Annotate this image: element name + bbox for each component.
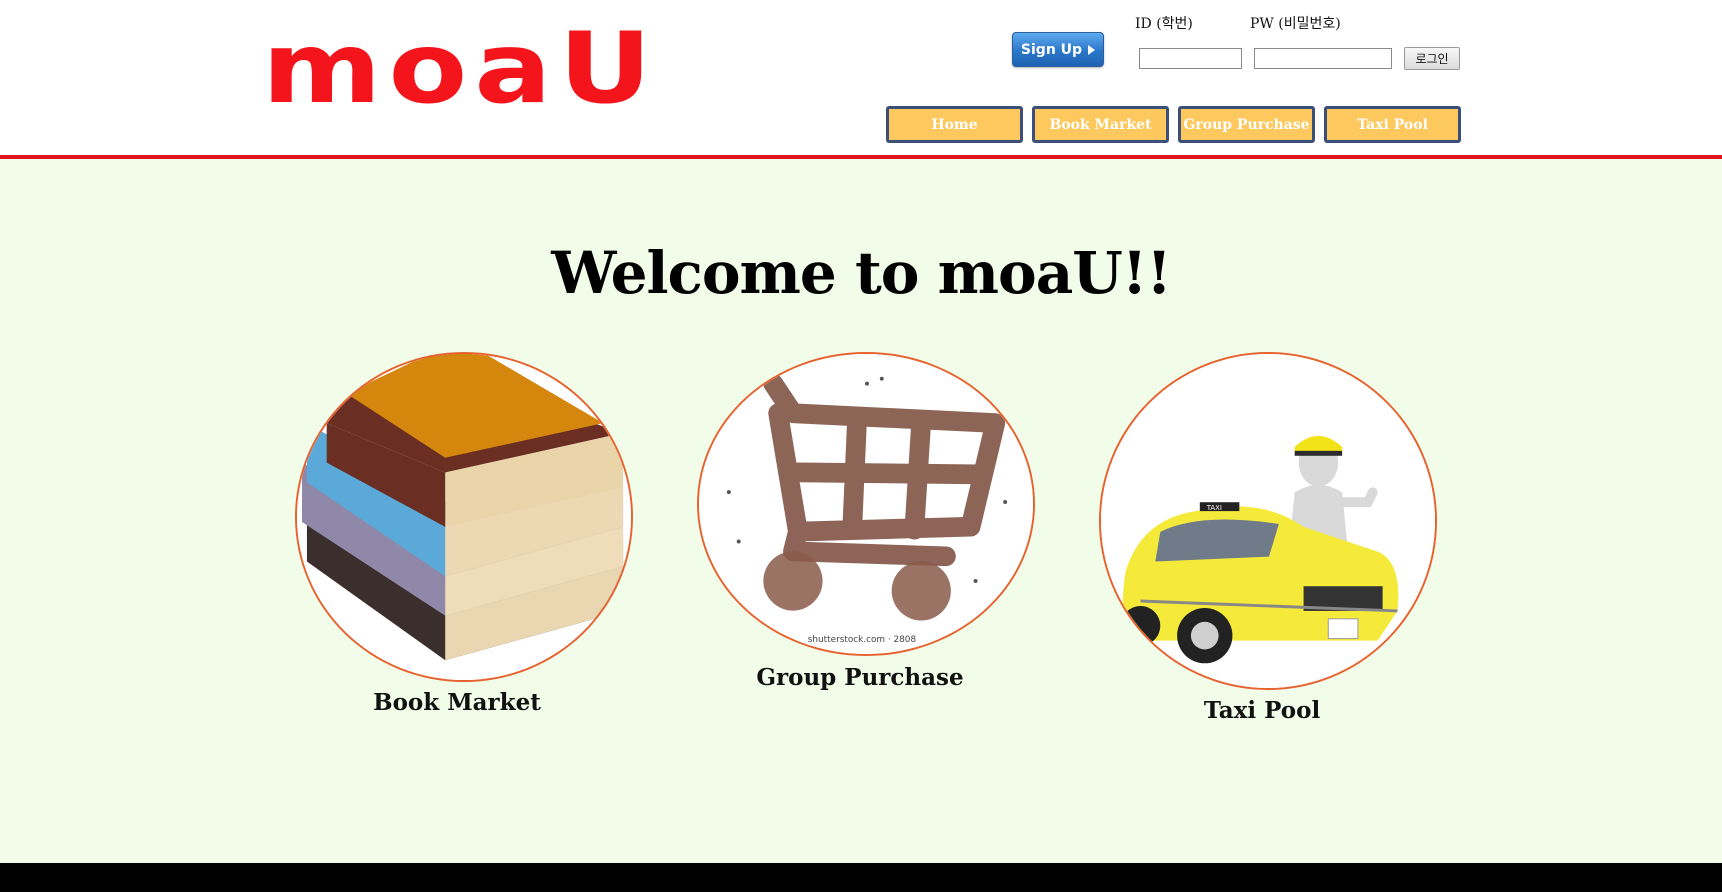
group-purchase-label[interactable]: Group Purchase bbox=[710, 664, 1010, 691]
nav-home-button[interactable]: Home bbox=[886, 106, 1023, 143]
nav-taxi-pool-button[interactable]: Taxi Pool bbox=[1324, 106, 1461, 143]
site-header: moaU Sign Up ID (학번) PW (비밀번호) 로그인 Home … bbox=[0, 0, 1722, 159]
taxi-driver-illustration: TAXI bbox=[1101, 354, 1435, 688]
site-footer bbox=[0, 863, 1722, 892]
id-input[interactable] bbox=[1139, 48, 1242, 69]
moau-logo[interactable]: moaU bbox=[262, 20, 659, 118]
welcome-heading: Welcome to moaU!! bbox=[551, 239, 1172, 307]
play-arrow-icon bbox=[1088, 44, 1096, 55]
taxi-pool-label[interactable]: Taxi Pool bbox=[1112, 697, 1412, 724]
book-market-label[interactable]: Book Market bbox=[307, 689, 607, 716]
nav-group-purchase-button[interactable]: Group Purchase bbox=[1178, 106, 1315, 143]
shutterstock-watermark: shutterstock.com · 2808 bbox=[808, 635, 917, 645]
shopping-cart-crowd-illustration: shutterstock.com · 2808 bbox=[699, 354, 1033, 654]
id-label: ID (학번) bbox=[1135, 16, 1193, 32]
main-content: Welcome to moaU!! Book Market shuttersto… bbox=[0, 159, 1722, 863]
crowd-shopping-cart-image[interactable]: shutterstock.com · 2808 bbox=[697, 352, 1035, 656]
books-image[interactable] bbox=[295, 352, 633, 682]
sign-up-label: Sign Up bbox=[1020, 41, 1083, 58]
books-illustration bbox=[297, 354, 631, 680]
nav-book-market-button[interactable]: Book Market bbox=[1032, 106, 1169, 143]
login-button[interactable]: 로그인 bbox=[1404, 47, 1460, 70]
svg-text:TAXI: TAXI bbox=[1206, 504, 1222, 512]
pw-input[interactable] bbox=[1254, 48, 1392, 69]
pw-label: PW (비밀번호) bbox=[1250, 16, 1341, 32]
sign-up-button[interactable]: Sign Up bbox=[1012, 32, 1104, 67]
taxi-driver-image[interactable]: TAXI bbox=[1099, 352, 1437, 690]
